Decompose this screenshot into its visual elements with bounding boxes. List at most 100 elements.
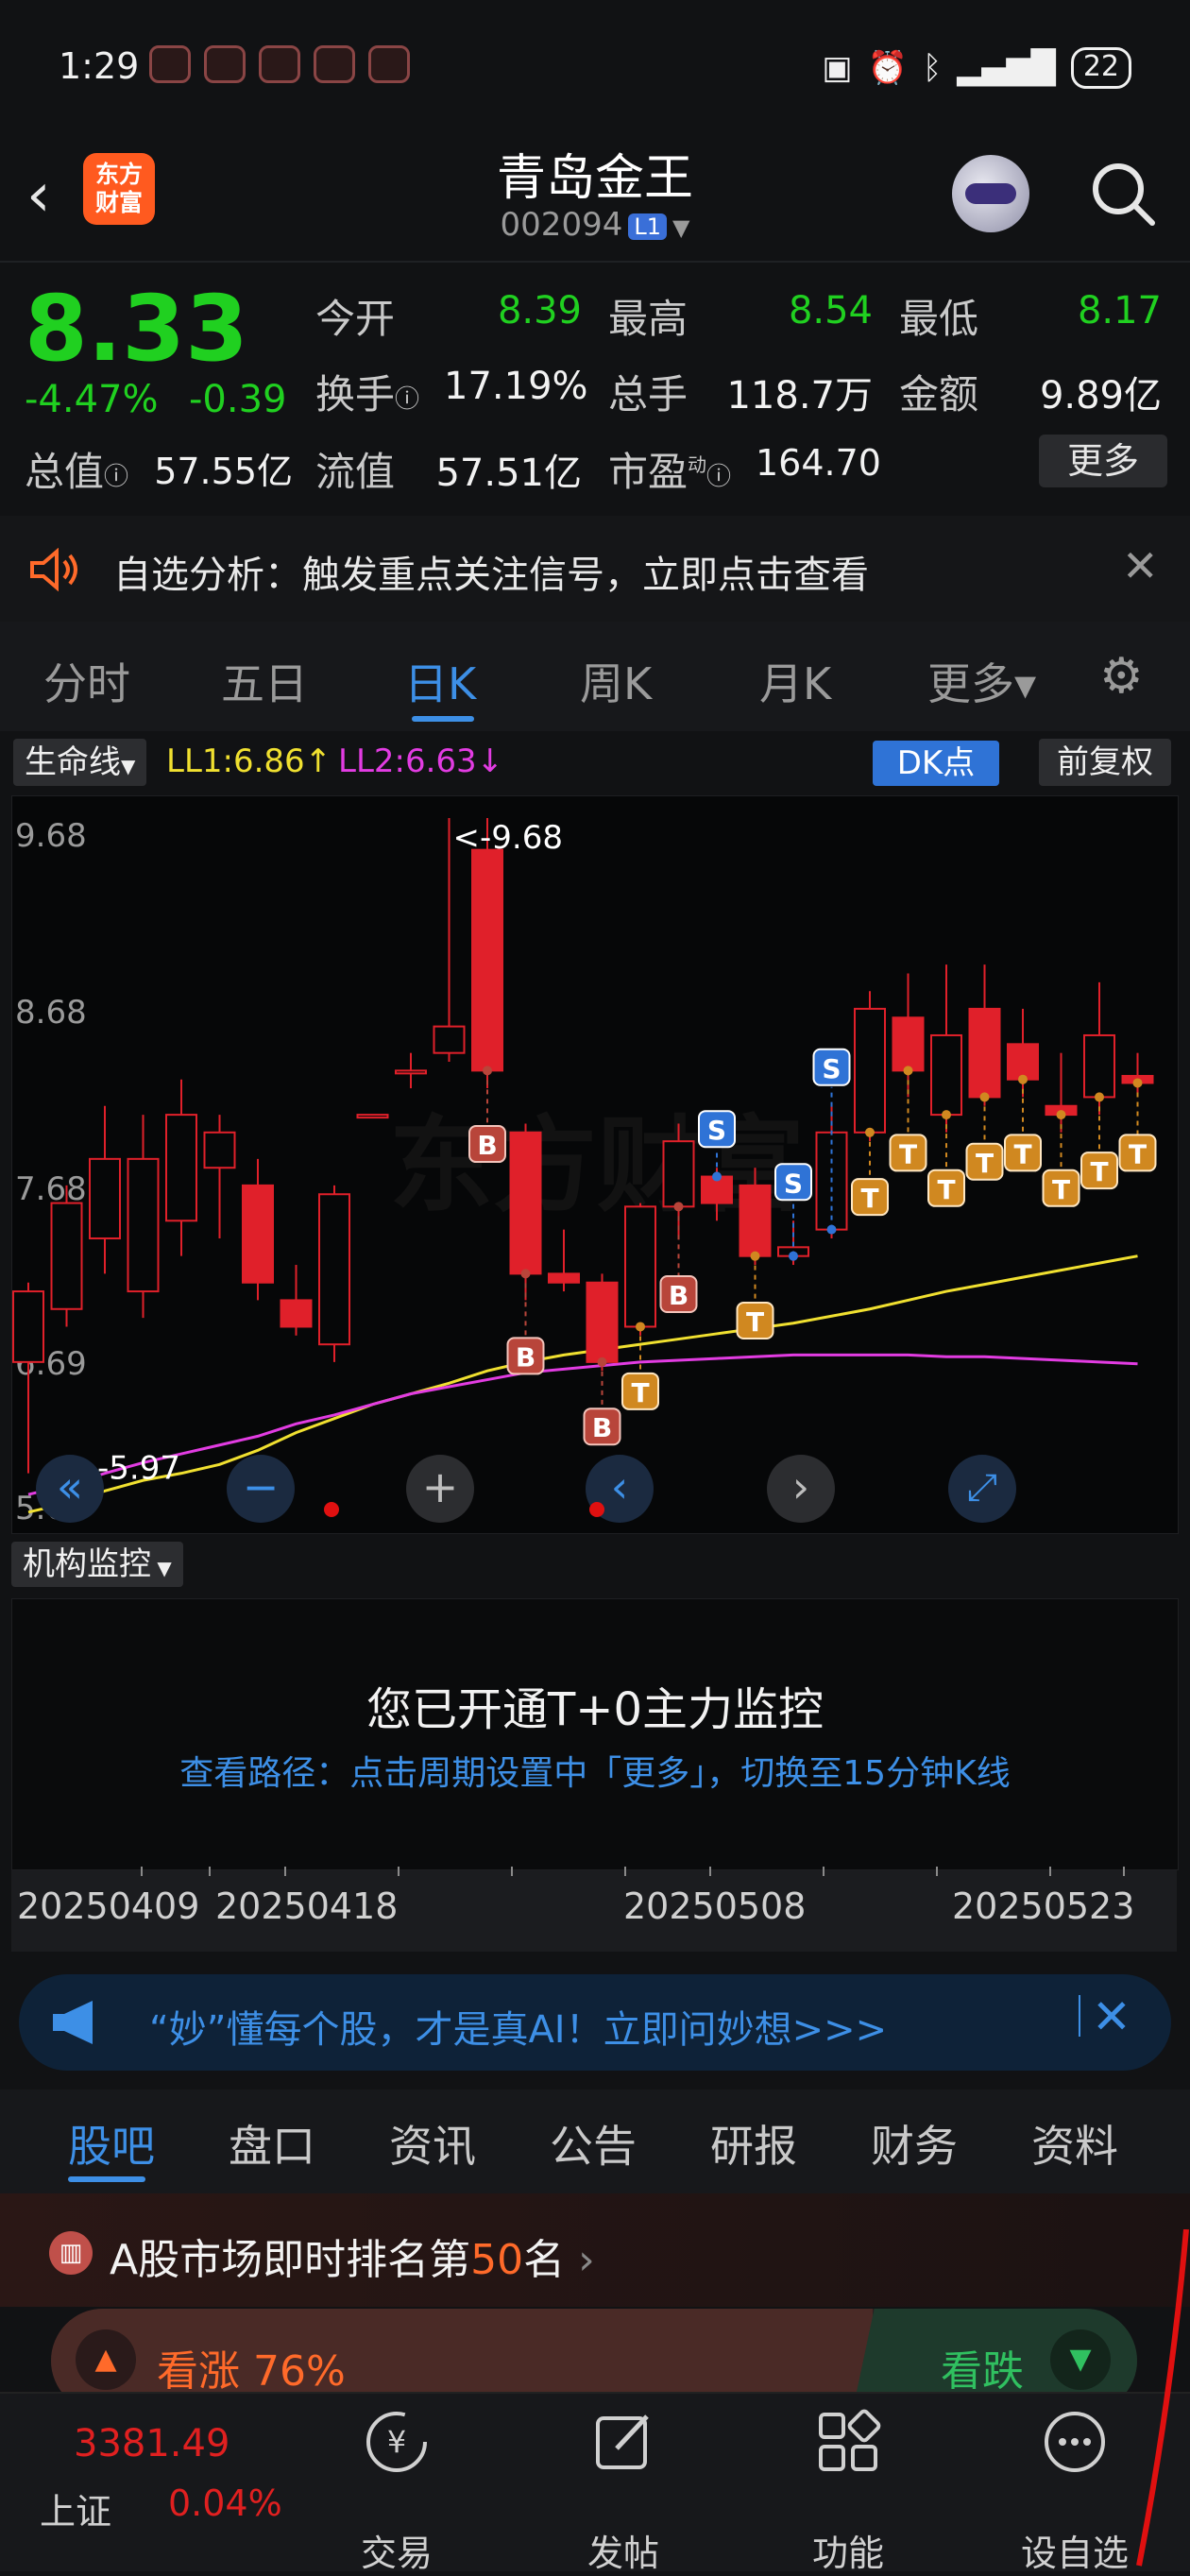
nav-add-watchlist[interactable]: 设自选 [999, 2524, 1150, 2576]
zoom-in-button[interactable]: + [406, 1455, 474, 1523]
high-value: 8.54 [788, 289, 873, 333]
signal-label: S [822, 1053, 841, 1084]
index-change[interactable]: 0.04% [168, 2482, 282, 2524]
adjust-button[interactable]: 前复权 [1039, 739, 1171, 786]
candle-body [12, 1290, 44, 1363]
app-notification-icon [314, 45, 355, 83]
high-marker: <-9.68 [453, 819, 563, 857]
tab-guba[interactable]: 股吧 [68, 2112, 155, 2175]
event-dot [589, 1502, 604, 1517]
low-label: 最低 [899, 296, 979, 342]
signal-label: T [860, 1183, 878, 1214]
more-dots-icon[interactable] [999, 2407, 1150, 2481]
candle-body [127, 1157, 160, 1293]
jump-start-button[interactable]: « [36, 1455, 104, 1523]
close-icon[interactable]: ✕ [1092, 1989, 1131, 2044]
dk-point-button[interactable]: DK点 [873, 741, 999, 786]
tab-profile[interactable]: 资料 [1031, 2112, 1118, 2175]
scroll-right-button[interactable]: › [767, 1455, 835, 1523]
nav-function[interactable]: 功能 [773, 2524, 924, 2576]
pe-label[interactable]: 市盈动ⓘ [608, 440, 731, 498]
notification-icons [149, 45, 410, 83]
signal-dot [789, 1251, 798, 1261]
signal-dot [826, 1224, 837, 1235]
high-label: 最高 [608, 296, 688, 342]
date-tick: 20250418 [215, 1885, 399, 1927]
index-value[interactable]: 3381.49 [74, 2422, 230, 2465]
signal-dot [483, 1066, 492, 1076]
tab-announcements[interactable]: 公告 [550, 2112, 637, 2175]
turnover-label[interactable]: 换手ⓘ [315, 363, 419, 420]
level-badge: L1 [628, 213, 667, 240]
tab-finance[interactable]: 财务 [871, 2112, 958, 2175]
signal-dot [750, 1251, 760, 1261]
open-label: 今开 [315, 296, 396, 342]
kline-svg[interactable]: 东方财富9.688.687.686.695.69<-9.68<---5.97BB… [11, 795, 1177, 1532]
arrow-up-icon[interactable]: ▲ [76, 2329, 136, 2390]
tab-minute[interactable]: 分时 [43, 650, 130, 712]
tab-monthly-k[interactable]: 月K [759, 650, 831, 712]
candle-body [242, 1184, 274, 1284]
open-value: 8.39 [497, 289, 582, 333]
tab-more[interactable]: 更多▾ [927, 650, 1036, 712]
arrow-down-icon[interactable]: ▼ [1050, 2329, 1111, 2390]
signal-label: B [516, 1341, 536, 1373]
chevron-down-icon: ▼ [672, 214, 690, 241]
amount-label: 金额 [899, 371, 979, 418]
vote-down-label[interactable]: 看跌 [941, 2337, 1024, 2397]
function-grid-icon[interactable] [773, 2407, 924, 2481]
tab-pankou[interactable]: 盘口 [229, 2112, 315, 2175]
indicator-select[interactable]: 生命线▼ [13, 739, 147, 786]
monitor-select[interactable]: 机构监控 ▼ [11, 1542, 183, 1587]
candle-body [165, 1114, 197, 1222]
signal-icon: ▂▄▆█ [957, 49, 1056, 87]
vote-up-label[interactable]: 看涨 76% [157, 2337, 346, 2397]
fullscreen-icon[interactable]: ⤢ [948, 1455, 1016, 1523]
candle-body [356, 1114, 389, 1119]
search-icon[interactable] [1088, 159, 1158, 229]
banner-text[interactable]: 自选分析：触发重点关注信号，立即点击查看 [113, 544, 869, 599]
zoom-out-button[interactable]: − [227, 1455, 295, 1523]
date-tick: 20250409 [17, 1885, 200, 1927]
app-notification-icon [204, 45, 246, 83]
candle-body [203, 1131, 236, 1169]
tab-weekly-k[interactable]: 周K [580, 650, 652, 712]
mktcap-label[interactable]: 总值ⓘ [25, 440, 128, 498]
alarm-icon: ⏰ [867, 49, 908, 87]
current-price: 8.33 [25, 276, 248, 382]
candle-body [624, 1205, 656, 1328]
signal-dot [979, 1092, 990, 1102]
tab-daily-k[interactable]: 日K [404, 650, 476, 712]
nav-trade[interactable]: 交易 [321, 2524, 472, 2576]
tab-news[interactable]: 资讯 [389, 2112, 476, 2175]
index-name[interactable]: 上证 [40, 2482, 111, 2534]
candle-body [586, 1281, 619, 1363]
monitor-subtitle[interactable]: 查看路径：点击周期设置中「更多」，切换至15分钟K线 [0, 1746, 1190, 1795]
amount-value: 9.89亿 [1039, 374, 1162, 418]
signal-label: T [1129, 1138, 1147, 1169]
tab-research[interactable]: 研报 [710, 2112, 797, 2175]
trade-icon[interactable]: ¥ [321, 2407, 472, 2481]
ai-banner-text[interactable]: “妙”懂每个股，才是真AI！立即问妙想>>> [149, 1999, 887, 2054]
volume-label: 总手 [608, 371, 688, 418]
active-tab-indicator [412, 716, 474, 722]
signal-label: S [707, 1115, 726, 1146]
candle-body [280, 1299, 313, 1328]
low-value: 8.17 [1077, 289, 1162, 333]
candle-body [509, 1131, 542, 1275]
app-notification-icon [259, 45, 300, 83]
speaker-icon [30, 548, 77, 591]
y-tick-label: 9.68 [15, 817, 87, 855]
signal-dot [865, 1127, 875, 1137]
rank-text[interactable]: A股市场即时排名第50名 › [110, 2226, 595, 2286]
candle-body [854, 1007, 886, 1134]
candle-body [930, 1033, 962, 1117]
tab-five-day[interactable]: 五日 [221, 650, 308, 712]
robot-assistant-icon[interactable] [952, 155, 1029, 232]
post-icon[interactable] [548, 2407, 699, 2481]
close-icon[interactable]: ✕ [1122, 540, 1159, 591]
more-button[interactable]: 更多 [1039, 435, 1167, 487]
nav-post[interactable]: 发帖 [548, 2524, 699, 2576]
settings-gear-icon[interactable]: ⚙ [1099, 648, 1144, 705]
signal-dot [520, 1269, 531, 1279]
